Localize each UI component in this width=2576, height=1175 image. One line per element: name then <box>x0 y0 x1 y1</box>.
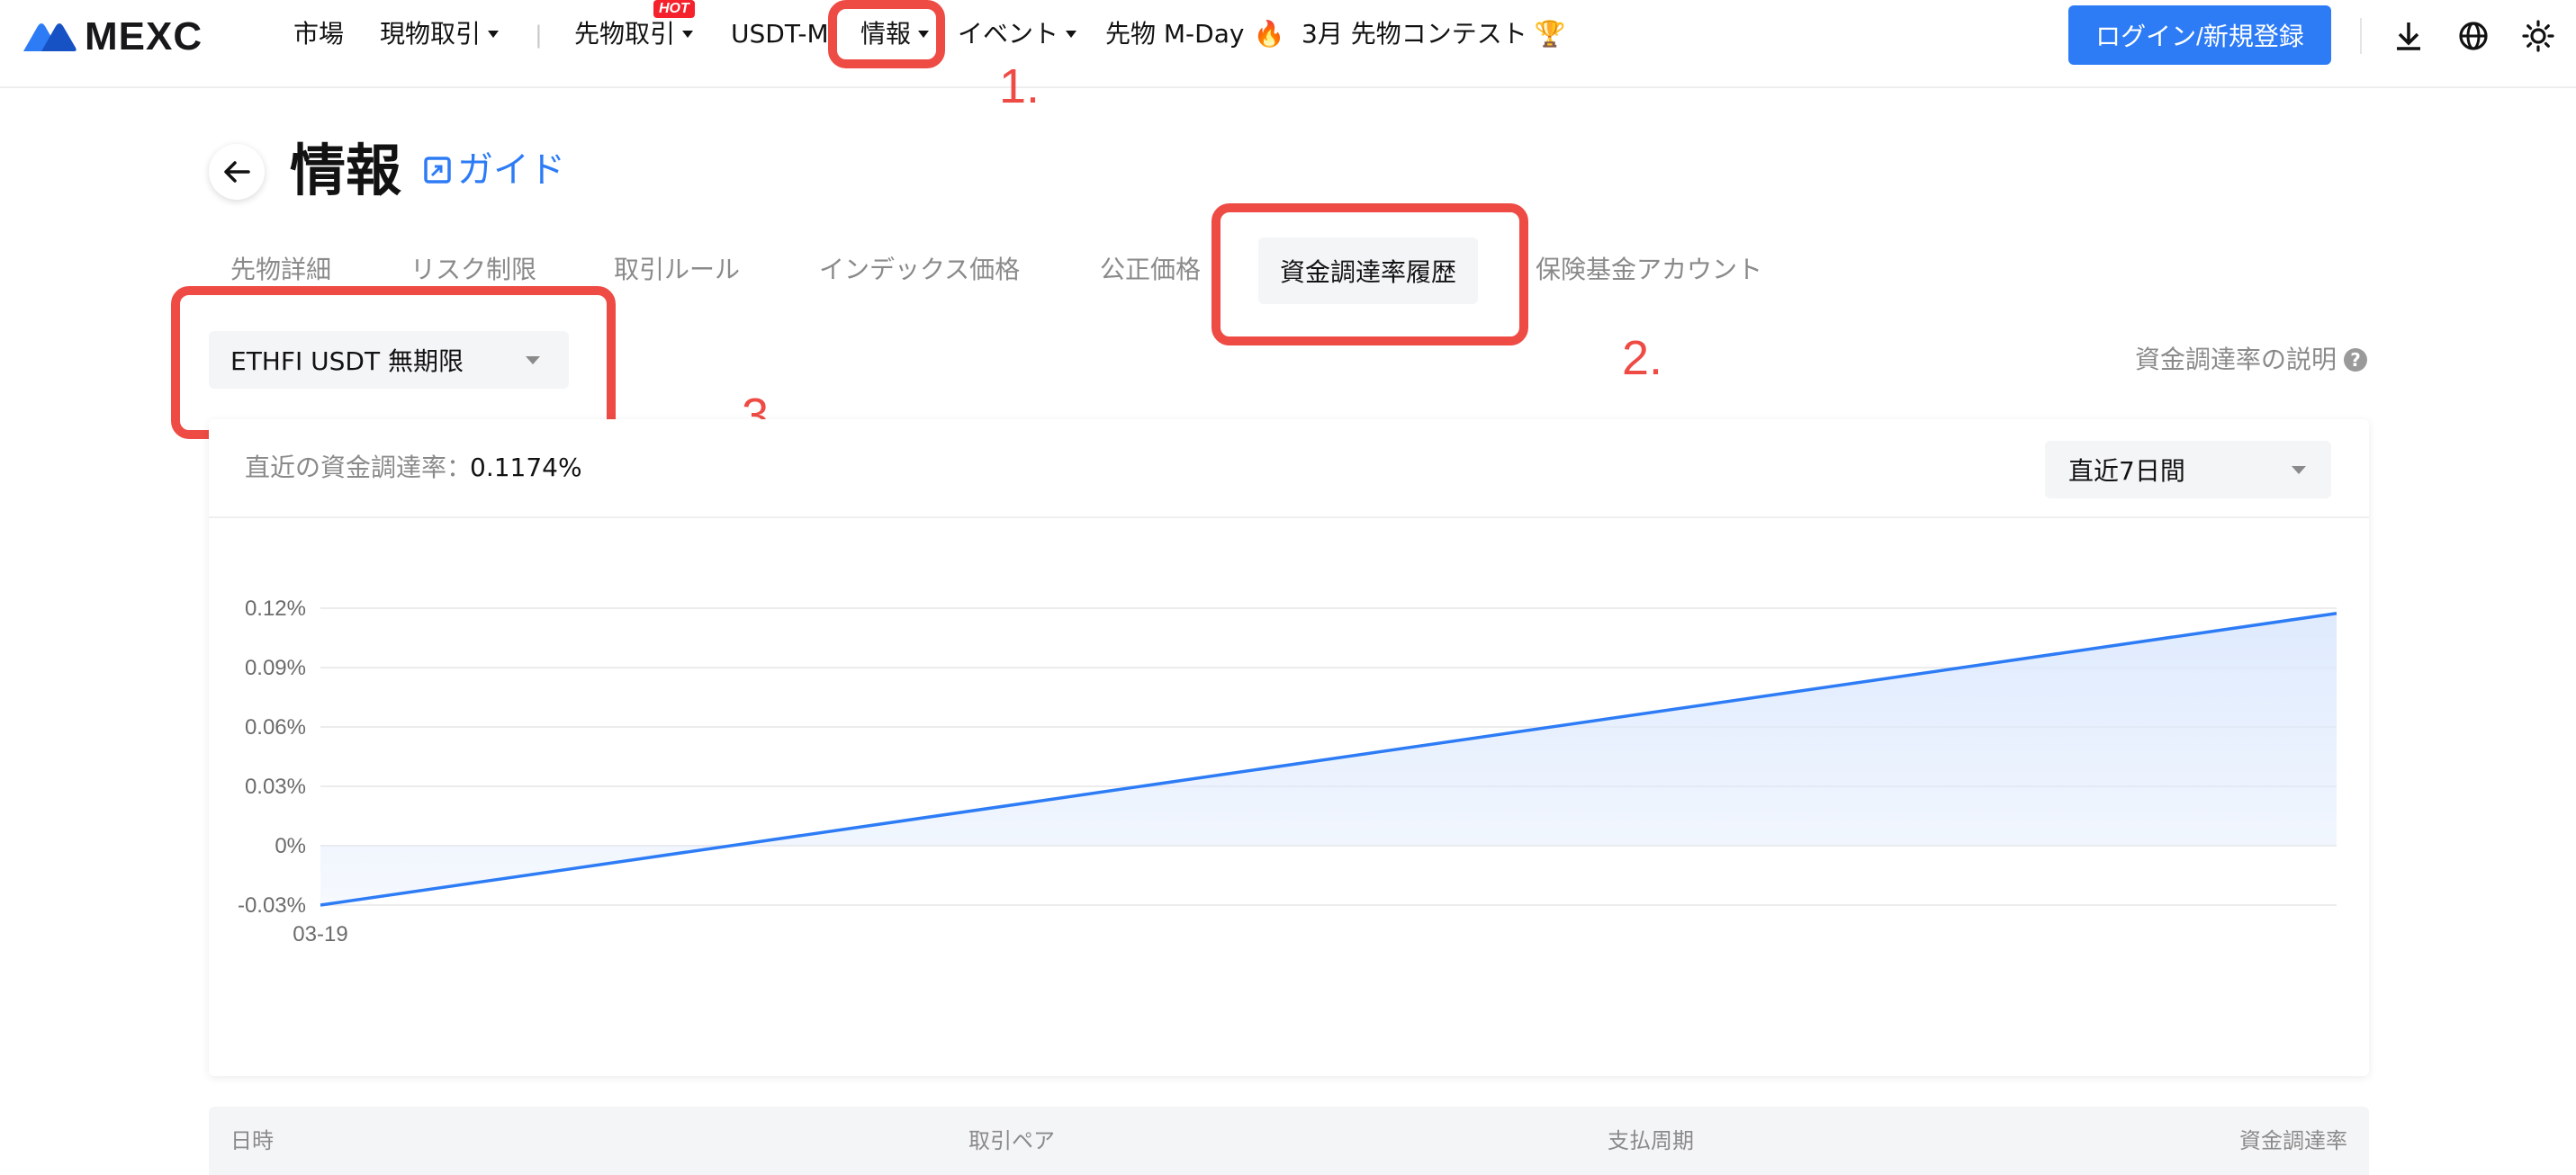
guide-icon <box>424 157 451 184</box>
column-header-funding-rate: 資金調達率 <box>2239 1128 2347 1153</box>
nav-usdt-m[interactable]: USDT-M <box>731 16 829 52</box>
mexc-logo-icon <box>23 23 77 51</box>
annotation-box-2 <box>1211 203 1528 345</box>
nav-divider <box>2360 18 2362 54</box>
nav-contest[interactable]: 3月 先物コンテスト 🏆 <box>1302 16 1566 52</box>
tab-risk-limits[interactable]: リスク制限 <box>410 252 536 288</box>
nav-contest-label: 3月 先物コンテスト <box>1302 19 1527 49</box>
help-icon: ? <box>2344 348 2367 372</box>
login-register-button[interactable]: ログイン/新規登録 <box>2068 5 2331 65</box>
nav-events[interactable]: イベント <box>958 16 1077 52</box>
recent-funding-rate-value: 0.1174% <box>470 453 582 482</box>
x-axis-tick-label: 03-19 <box>293 922 347 946</box>
logo-text: MEXC <box>85 14 203 58</box>
nav-market-label: 市場 <box>293 19 345 49</box>
tab-trading-rules[interactable]: 取引ルール <box>614 252 740 288</box>
y-axis-tick-label: 0.09% <box>245 656 306 680</box>
top-navigation: MEXC 市場 現物取引 | 先物取引 HOT USDT-M 情報 イベント 先… <box>0 0 2576 88</box>
guide-link[interactable]: ガイド <box>423 148 565 193</box>
funding-rate-explanation-label: 資金調達率の説明 <box>2134 345 2337 374</box>
guide-link-label: ガイド <box>457 149 565 191</box>
hot-badge: HOT <box>653 0 695 18</box>
fire-icon: 🔥 <box>1253 19 1285 49</box>
mexc-logo[interactable]: MEXC <box>22 14 203 58</box>
funding-rate-chart-card: 直近の資金調達率： 0.1174% 直近7日間 0.12% 0.09% 0.06% 0… <box>209 419 2369 1076</box>
nav-usdt-m-label: USDT-M <box>731 19 829 49</box>
tab-futures-details[interactable]: 先物詳細 <box>230 252 331 288</box>
time-range-select[interactable]: 直近7日間 <box>2045 441 2331 498</box>
page-title: 情報 <box>290 138 402 203</box>
theme-sun-icon[interactable] <box>2520 18 2556 54</box>
nav-m-day-label: 先物 M-Day <box>1105 19 1245 49</box>
annotation-number-2: 2. <box>1622 331 1663 385</box>
back-button[interactable] <box>209 144 265 200</box>
nav-futures[interactable]: 先物取引 <box>574 16 694 52</box>
chevron-down-icon <box>2292 466 2306 474</box>
annotation-box-3 <box>171 286 616 439</box>
recent-funding-rate-label: 直近の資金調達率： <box>245 453 473 482</box>
funding-rate-explanation-link[interactable]: 資金調達率の説明 ? <box>2135 342 2367 378</box>
nav-divider: | <box>535 22 543 49</box>
y-axis-tick-label: 0.06% <box>245 715 306 740</box>
time-range-select-value: 直近7日間 <box>2068 456 2185 486</box>
globe-icon[interactable] <box>2455 18 2491 54</box>
chart-card-header: 直近の資金調達率： 0.1174% 直近7日間 <box>209 419 2369 518</box>
y-axis-tick-label: 0.12% <box>245 596 306 621</box>
nav-spot-label: 現物取引 <box>380 19 482 49</box>
tab-index-price[interactable]: インデックス価格 <box>819 252 1020 288</box>
nav-futures-label: 先物取引 <box>574 19 676 49</box>
chevron-down-icon <box>1066 31 1077 38</box>
funding-history-table-header: 日時 取引ペア 支払周期 資金調達率 <box>209 1107 2369 1175</box>
trophy-icon: 🏆 <box>1534 19 1566 49</box>
nav-market[interactable]: 市場 <box>293 16 344 52</box>
column-header-pair: 取引ペア <box>968 1128 1055 1153</box>
y-axis-tick-label: 0% <box>275 834 306 858</box>
annotation-box-1 <box>828 0 945 68</box>
nav-events-label: イベント <box>958 19 1059 49</box>
funding-rate-chart: 0.12% 0.09% 0.06% 0.03% 0% -0.03% 03-19 <box>238 596 2337 946</box>
download-icon[interactable] <box>2391 18 2427 54</box>
nav-m-day[interactable]: 先物 M-Day 🔥 <box>1105 16 1284 52</box>
column-header-interval: 支払周期 <box>1608 1128 1694 1153</box>
nav-spot[interactable]: 現物取引 <box>380 16 500 52</box>
y-axis-tick-label: -0.03% <box>238 893 306 918</box>
arrow-left-icon <box>224 161 250 183</box>
column-header-time: 日時 <box>230 1128 274 1153</box>
tab-insurance-fund[interactable]: 保険基金アカウント <box>1536 252 1762 288</box>
chevron-down-icon <box>682 31 694 38</box>
annotation-number-1: 1. <box>999 59 1040 113</box>
y-axis-tick-label: 0.03% <box>245 775 306 799</box>
tab-fair-price[interactable]: 公正価格 <box>1100 252 1201 288</box>
chevron-down-icon <box>488 31 500 38</box>
